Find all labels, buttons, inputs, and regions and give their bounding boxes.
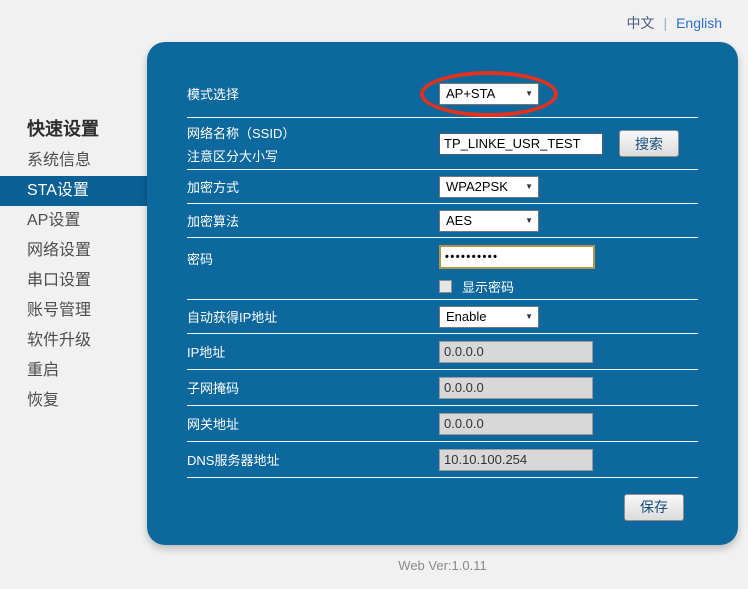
encryption-algorithm-select[interactable]: AES ▼	[439, 210, 539, 232]
row-ssid: 网络名称（SSID） 注意区分大小写 搜索	[187, 118, 698, 170]
ssid-input[interactable]	[439, 133, 603, 155]
sta-settings-panel: 模式选择 AP+STA ▼ 网络名称（SSID） 注意区分大小写 搜索	[147, 42, 738, 545]
dhcp-select-value: Enable	[446, 309, 486, 324]
language-switcher: 中文 | English	[626, 13, 722, 33]
sidebar-item-firmware-upgrade[interactable]: 软件升级	[0, 326, 147, 356]
chevron-down-icon: ▼	[525, 89, 533, 98]
subnet-mask-label: 子网掩码	[187, 378, 439, 397]
row-dns: DNS服务器地址	[187, 442, 698, 478]
row-dhcp: 自动获得IP地址 Enable ▼	[187, 300, 698, 334]
show-password-checkbox[interactable]	[439, 280, 452, 293]
password-label: 密码	[187, 245, 439, 268]
row-password: 密码 显示密码	[187, 238, 698, 300]
sidebar-item-sta-settings[interactable]: STA设置	[0, 176, 147, 206]
sidebar: 快速设置 系统信息 STA设置 AP设置 网络设置 串口设置 账号管理 软件升级…	[0, 114, 147, 416]
row-save: 保存	[187, 478, 698, 536]
sidebar-title: 快速设置	[0, 114, 147, 144]
dns-input	[439, 449, 593, 471]
password-input[interactable]	[439, 245, 595, 269]
lang-separator: |	[663, 15, 667, 31]
row-subnet-mask: 子网掩码	[187, 370, 698, 406]
encryption-algorithm-label: 加密算法	[187, 211, 439, 230]
sidebar-item-ap-settings[interactable]: AP设置	[0, 206, 147, 236]
encryption-method-label: 加密方式	[187, 177, 439, 196]
row-encryption-method: 加密方式 WPA2PSK ▼	[187, 170, 698, 204]
ssid-label-line1: 网络名称（SSID）	[187, 123, 439, 142]
row-ip-address: IP地址	[187, 334, 698, 370]
ip-address-input	[439, 341, 593, 363]
dhcp-select[interactable]: Enable ▼	[439, 306, 539, 328]
row-mode: 模式选择 AP+STA ▼	[187, 70, 698, 118]
dns-label: DNS服务器地址	[187, 450, 439, 469]
mode-label: 模式选择	[187, 84, 439, 103]
sidebar-item-restore[interactable]: 恢复	[0, 386, 147, 416]
row-gateway: 网关地址	[187, 406, 698, 442]
sidebar-item-network-settings[interactable]: 网络设置	[0, 236, 147, 266]
sidebar-item-serial-settings[interactable]: 串口设置	[0, 266, 147, 296]
ip-address-label: IP地址	[187, 342, 439, 361]
mode-select[interactable]: AP+STA ▼	[439, 83, 539, 105]
lang-english-link[interactable]: English	[676, 15, 722, 31]
chevron-down-icon: ▼	[525, 182, 533, 191]
gateway-input	[439, 413, 593, 435]
encryption-algorithm-value: AES	[446, 213, 472, 228]
ssid-label: 网络名称（SSID） 注意区分大小写	[187, 123, 439, 165]
show-password-label: 显示密码	[462, 277, 514, 296]
subnet-mask-input	[439, 377, 593, 399]
encryption-method-value: WPA2PSK	[446, 179, 508, 194]
sidebar-item-system-info[interactable]: 系统信息	[0, 146, 147, 176]
row-encryption-algorithm: 加密算法 AES ▼	[187, 204, 698, 238]
ssid-label-line2: 注意区分大小写	[187, 146, 439, 165]
chevron-down-icon: ▼	[525, 312, 533, 321]
sta-settings-form: 模式选择 AP+STA ▼ 网络名称（SSID） 注意区分大小写 搜索	[147, 42, 738, 536]
sidebar-item-restart[interactable]: 重启	[0, 356, 147, 386]
footer-version: Web Ver:1.0.11	[147, 558, 738, 573]
save-button[interactable]: 保存	[624, 494, 684, 521]
encryption-method-select[interactable]: WPA2PSK ▼	[439, 176, 539, 198]
mode-select-value: AP+STA	[446, 86, 495, 101]
gateway-label: 网关地址	[187, 414, 439, 433]
sidebar-item-account-management[interactable]: 账号管理	[0, 296, 147, 326]
chevron-down-icon: ▼	[525, 216, 533, 225]
lang-chinese-link[interactable]: 中文	[626, 15, 654, 31]
dhcp-label: 自动获得IP地址	[187, 307, 439, 326]
search-button[interactable]: 搜索	[619, 130, 679, 157]
